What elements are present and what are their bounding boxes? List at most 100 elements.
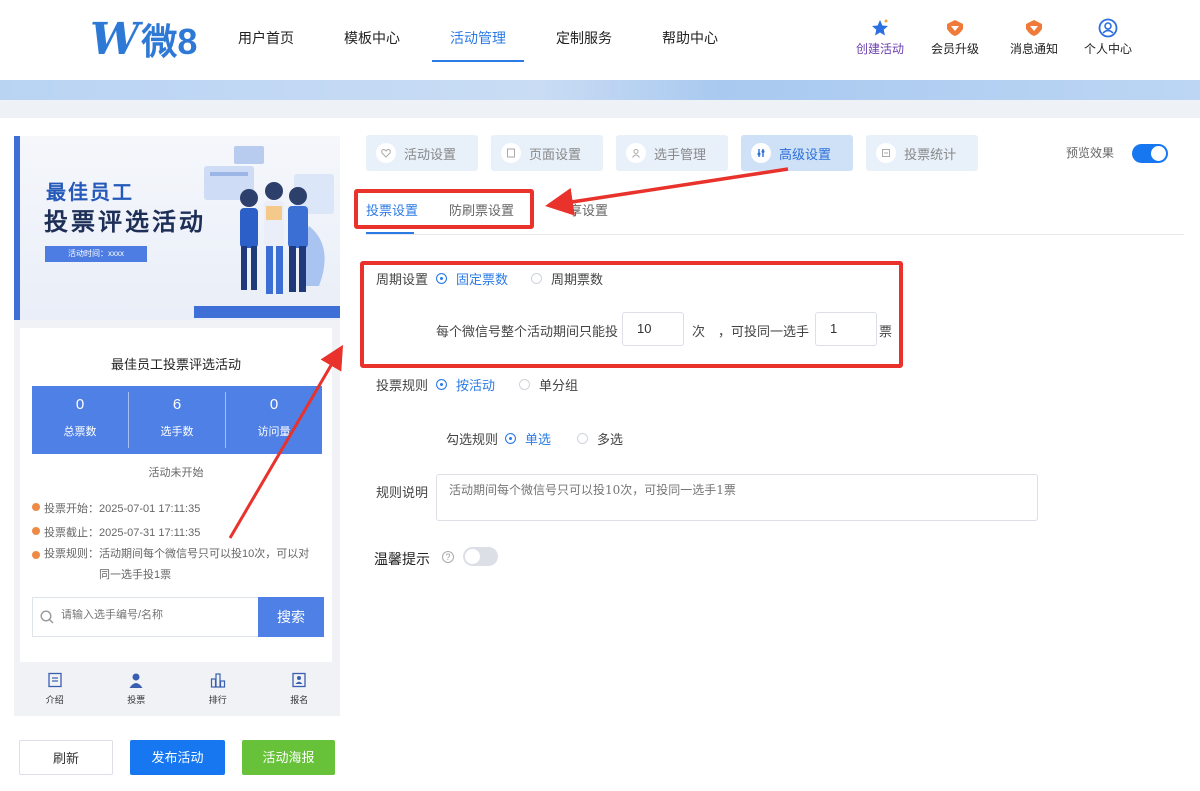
- logo-text: 微8: [141, 21, 198, 62]
- publish-activity-button[interactable]: 发布活动: [130, 740, 225, 775]
- banner-title-line1: 最佳员工: [46, 182, 134, 204]
- tab-ranking[interactable]: 排行: [177, 672, 259, 716]
- banner-title-line2: 投票评选活动: [44, 209, 206, 236]
- main-nav: 用户首页 模板中心 活动管理 定制服务 帮助中心: [238, 0, 768, 62]
- message-notify-label: 消息通知: [1010, 42, 1059, 56]
- logo[interactable]: W 微8: [90, 13, 198, 65]
- vote-rule-text-line2: 同一选手投1票: [99, 569, 172, 581]
- member-upgrade-label: 会员升级: [931, 42, 980, 56]
- refresh-button[interactable]: 刷新: [19, 740, 113, 775]
- settings-steps: 活动设置 页面设置 选手管理 高级设置 投票统计: [366, 135, 991, 171]
- preview-effect-label: 预览效果: [1066, 146, 1115, 160]
- contestant-search: 搜索: [32, 597, 324, 637]
- signup-icon: [292, 672, 306, 688]
- vote-end-row: 投票截止：2025-07-31 17:11:35: [32, 524, 200, 540]
- top-navigation-bar: W 微8 用户首页 模板中心 活动管理 定制服务 帮助中心 创建活动 会员升级 …: [0, 0, 1200, 80]
- stat-value: 0: [75, 396, 85, 413]
- advanced-icon: [751, 143, 772, 163]
- tab-vote[interactable]: 投票: [96, 672, 178, 716]
- stats-panel: 0 总票数 6 选手数 0 访问量: [32, 386, 322, 454]
- vote-end-text: 投票截止：2025-07-31 17:11:35: [44, 527, 201, 539]
- activity-card: 最佳员工投票评选活动 0 总票数 6 选手数 0 访问量 活动未开始 投票开始：…: [20, 328, 332, 662]
- radio-by-group[interactable]: [519, 379, 530, 390]
- info-icon: [32, 551, 40, 559]
- member-upgrade-link[interactable]: 会员升级: [931, 18, 979, 57]
- nav-item-home[interactable]: 用户首页: [238, 0, 294, 62]
- intro-icon: [48, 672, 62, 688]
- nav-item-activity-management[interactable]: 活动管理: [432, 0, 524, 62]
- page-background: [0, 100, 1200, 118]
- help-icon[interactable]: ?: [442, 551, 454, 563]
- stat-total-votes: 0 总票数: [32, 392, 129, 448]
- clock-icon: [32, 527, 40, 535]
- warm-tips-toggle[interactable]: [463, 547, 498, 566]
- stat-visits: 0 访问量: [226, 392, 322, 448]
- subtab-share-settings[interactable]: 享设置: [569, 200, 608, 219]
- toggle-knob: [465, 549, 480, 564]
- bell-badge-icon: [1024, 18, 1044, 38]
- page-icon: [501, 143, 522, 163]
- vote-start-text: 投票开始：2025-07-01 17:11:35: [44, 503, 201, 515]
- step-label: 高级设置: [779, 146, 832, 162]
- nav-item-help-center[interactable]: 帮助中心: [662, 0, 718, 62]
- subtab-divider: [366, 234, 1184, 235]
- contestant-icon: [626, 143, 647, 163]
- rule-description-textarea[interactable]: [436, 474, 1038, 521]
- create-activity-label: 创建活动: [856, 42, 905, 56]
- preview-toggle[interactable]: [1132, 144, 1168, 163]
- search-icon: [40, 610, 54, 624]
- clock-icon: [32, 503, 40, 511]
- create-activity-link[interactable]: 创建活动: [856, 18, 904, 57]
- heart-icon: [376, 143, 396, 163]
- activity-banner: 最佳员工 投票评选活动 活动时间：xxxx: [14, 136, 340, 320]
- step-advanced-settings[interactable]: 高级设置: [741, 135, 854, 171]
- tab-signup[interactable]: 报名: [259, 672, 341, 716]
- personal-center-link[interactable]: 个人中心: [1084, 18, 1132, 57]
- step-label: 页面设置: [529, 146, 582, 162]
- multi-select-label[interactable]: 多选: [597, 429, 623, 448]
- tab-label: 排行: [208, 695, 227, 705]
- vip-badge-icon: [945, 18, 965, 38]
- activity-status: 活动未开始: [148, 467, 204, 479]
- person-icon: [129, 673, 143, 688]
- step-vote-statistics[interactable]: 投票统计: [866, 135, 979, 171]
- banner-illustration: [194, 146, 340, 318]
- activity-title: 最佳员工投票评选活动: [110, 357, 241, 372]
- rule-description-label: 规则说明: [376, 485, 429, 500]
- step-contestant-management[interactable]: 选手管理: [616, 135, 729, 171]
- star-icon: [870, 18, 890, 38]
- search-button[interactable]: 搜索: [258, 597, 324, 637]
- by-activity-label[interactable]: 按活动: [456, 375, 495, 394]
- tab-label: 报名: [290, 695, 309, 705]
- annotation-box-subtabs: [354, 189, 534, 229]
- step-activity-settings[interactable]: 活动设置: [366, 135, 479, 171]
- stat-contestants: 6 选手数: [129, 392, 226, 448]
- step-label: 投票统计: [904, 146, 957, 162]
- stat-label: 访问量: [257, 426, 291, 438]
- activity-poster-button[interactable]: 活动海报: [242, 740, 335, 775]
- banner-accent: [14, 136, 20, 320]
- single-select-label[interactable]: 单选: [525, 429, 551, 448]
- banner-time-tag: 活动时间：xxxx: [45, 246, 147, 262]
- step-label: 活动设置: [404, 146, 457, 162]
- radio-multi-select[interactable]: [577, 433, 588, 444]
- nav-item-custom-service[interactable]: 定制服务: [556, 0, 612, 62]
- logo-mark: W: [90, 13, 139, 65]
- radio-single-select[interactable]: [505, 433, 516, 444]
- stat-label: 总票数: [63, 426, 97, 438]
- toggle-knob: [1151, 146, 1166, 161]
- step-page-settings[interactable]: 页面设置: [491, 135, 604, 171]
- nav-item-templates[interactable]: 模板中心: [344, 0, 400, 62]
- stat-value: 6: [172, 396, 182, 413]
- vote-rule-text-line1: 投票规则：活动期间每个微信号只可以投10次，可以对: [44, 548, 310, 560]
- by-group-label[interactable]: 单分组: [539, 375, 578, 394]
- stats-icon: [876, 143, 897, 163]
- tab-intro[interactable]: 介绍: [14, 672, 96, 716]
- radio-by-activity[interactable]: [436, 379, 447, 390]
- tab-label: 介绍: [45, 695, 64, 705]
- annotation-box-period-settings: [360, 261, 903, 368]
- search-input[interactable]: [61, 609, 251, 621]
- mobile-preview: 最佳员工 投票评选活动 活动时间：xxxx 最佳员工投票评选活动 0 总票数 6…: [14, 136, 340, 716]
- stat-value: 0: [269, 396, 279, 413]
- message-notify-link[interactable]: 消息通知: [1010, 18, 1058, 57]
